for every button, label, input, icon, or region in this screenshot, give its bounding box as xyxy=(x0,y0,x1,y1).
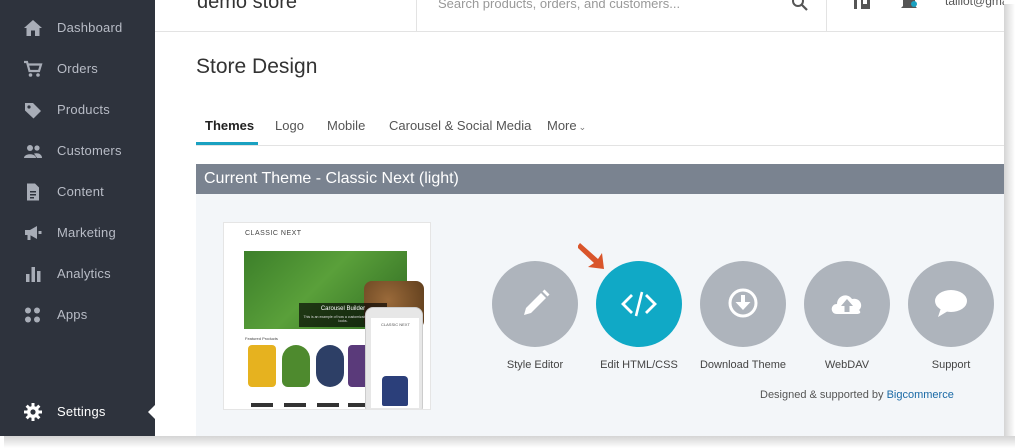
style-editor-circle xyxy=(492,261,578,347)
tab-logo[interactable]: Logo xyxy=(275,118,304,133)
chevron-down-icon: ⌄ xyxy=(578,122,587,132)
sidebar-item-analytics[interactable]: Analytics xyxy=(0,255,155,291)
preview-button xyxy=(317,403,339,407)
support-circle xyxy=(908,261,994,347)
support-label: Support xyxy=(931,359,971,371)
cloud-upload-icon xyxy=(831,295,862,314)
sidebar: Dashboard Orders Products Customers Cont… xyxy=(0,0,155,436)
grid-dots-icon xyxy=(25,307,40,323)
preview-product-shoes xyxy=(316,345,344,387)
document-icon xyxy=(27,183,39,201)
sidebar-item-label: Dashboard xyxy=(57,20,123,35)
store-name[interactable]: demo store xyxy=(197,0,297,14)
tab-bar: Themes Logo Mobile Carousel & Social Med… xyxy=(196,106,1004,146)
sidebar-item-orders[interactable]: Orders xyxy=(0,50,155,86)
download-theme-circle xyxy=(700,261,786,347)
gear-icon xyxy=(24,403,42,421)
sidebar-item-label: Customers xyxy=(57,143,122,158)
credit-prefix: Designed & supported by xyxy=(760,389,884,401)
sidebar-item-marketing[interactable]: Marketing xyxy=(0,214,155,250)
preview-mobile-product xyxy=(382,376,408,406)
window-shadow xyxy=(4,436,1015,448)
sidebar-item-label: Analytics xyxy=(57,266,111,281)
search-icon[interactable] xyxy=(791,0,809,12)
header-divider xyxy=(416,0,417,32)
theme-preview-image: CLASSIC NEXT Carousel Builder This is an… xyxy=(223,222,431,410)
tab-carousel-social-media[interactable]: Carousel & Social Media xyxy=(389,118,531,133)
preview-mobile-screen: CLASSIC NEXT xyxy=(371,318,419,408)
header-divider xyxy=(826,0,827,32)
window-shadow xyxy=(1004,4,1015,444)
bell-icon[interactable] xyxy=(899,0,919,12)
sidebar-item-label: Apps xyxy=(57,307,88,322)
sidebar-item-dashboard[interactable]: Dashboard xyxy=(0,9,155,45)
people-icon xyxy=(24,145,42,158)
home-icon xyxy=(24,20,42,36)
page-title: Store Design xyxy=(196,55,318,78)
edit-html-css-circle xyxy=(596,261,682,347)
search-input[interactable]: Search products, orders, and customers..… xyxy=(438,0,680,11)
edit-html-css-button[interactable]: Edit HTML/CSS xyxy=(596,261,684,371)
storefront-icon[interactable] xyxy=(852,0,872,12)
app-window: Dashboard Orders Products Customers Cont… xyxy=(0,0,1004,436)
sidebar-item-customers[interactable]: Customers xyxy=(0,132,155,168)
pencil-icon xyxy=(524,289,550,315)
preview-mobile-phone: CLASSIC NEXT xyxy=(365,307,423,409)
sidebar-item-products[interactable]: Products xyxy=(0,91,155,127)
tab-themes[interactable]: Themes xyxy=(205,118,254,133)
support-button[interactable]: Support xyxy=(908,261,996,371)
chat-bubble-icon xyxy=(935,290,967,317)
style-editor-button[interactable]: Style Editor xyxy=(492,261,580,371)
sidebar-item-label: Marketing xyxy=(57,225,116,240)
sidebar-item-label: Content xyxy=(57,184,104,199)
preview-button xyxy=(284,403,306,407)
active-tab-underline xyxy=(196,142,258,145)
preview-mobile-logo: CLASSIC NEXT xyxy=(381,322,410,327)
bar-chart-icon xyxy=(26,267,41,282)
tab-mobile[interactable]: Mobile xyxy=(327,118,365,133)
top-header: demo store Search products, orders, and … xyxy=(155,0,1004,32)
bigcommerce-link[interactable]: Bigcommerce xyxy=(887,389,954,401)
credit-text: Designed & supported by Bigcommerce xyxy=(760,389,954,401)
tab-more[interactable]: More ⌄ xyxy=(547,118,586,133)
tag-icon xyxy=(25,103,41,119)
preview-featured-label: Featured Products xyxy=(245,336,278,341)
preview-button xyxy=(251,403,273,407)
webdav-circle xyxy=(804,261,890,347)
cart-icon xyxy=(24,60,43,77)
preview-product-bag xyxy=(282,345,310,387)
code-icon xyxy=(621,291,657,317)
active-indicator xyxy=(148,405,155,419)
current-theme-title: Current Theme - Classic Next (light) xyxy=(204,170,459,187)
preview-product-jacket xyxy=(248,345,276,387)
tab-more-label: More xyxy=(547,118,577,133)
download-theme-button[interactable]: Download Theme xyxy=(700,261,788,371)
current-theme-bar: Current Theme - Classic Next (light) xyxy=(196,164,1004,194)
sidebar-item-label: Orders xyxy=(57,61,98,76)
webdav-button[interactable]: WebDAV xyxy=(804,261,892,371)
sidebar-item-label: Settings xyxy=(57,404,106,419)
sidebar-item-apps[interactable]: Apps xyxy=(0,296,155,332)
megaphone-icon xyxy=(25,226,42,240)
sidebar-item-label: Products xyxy=(57,102,110,117)
download-icon xyxy=(728,288,758,318)
preview-logo: CLASSIC NEXT xyxy=(245,230,302,237)
sidebar-item-content[interactable]: Content xyxy=(0,173,155,209)
sidebar-item-settings[interactable]: Settings xyxy=(0,393,155,429)
user-menu[interactable]: talliot@gmail.com xyxy=(945,0,1004,8)
